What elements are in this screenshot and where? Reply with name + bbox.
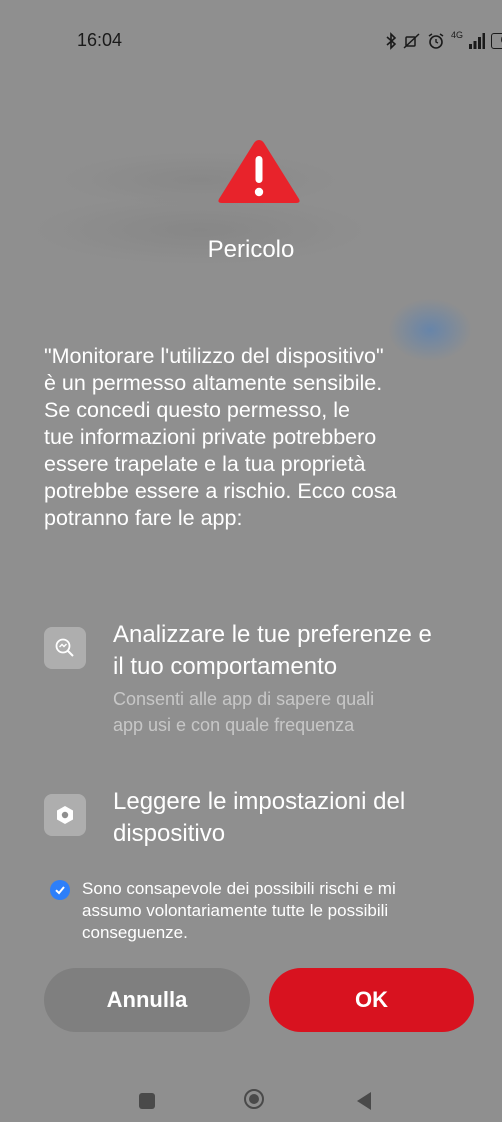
back-triangle-icon[interactable] bbox=[357, 1092, 371, 1110]
permission-item-settings: Leggere le impostazioni del dispositivo bbox=[44, 786, 484, 856]
permission-warning-screen: 16:04 4G 65 bbox=[0, 0, 502, 1122]
description-line: potranno fare le app: bbox=[44, 506, 243, 530]
consent-checkbox[interactable] bbox=[50, 880, 70, 900]
status-time: 16:04 bbox=[77, 30, 123, 50]
consent-line: assumo volontariamente tutte le possibil… bbox=[82, 901, 389, 920]
settings-hexagon-icon bbox=[44, 794, 86, 836]
warning-triangle-icon bbox=[218, 140, 300, 203]
status-icons: 4G 65 bbox=[385, 30, 502, 52]
item-subtitle-line: app usi e con quale frequenza bbox=[113, 715, 355, 735]
item-title-line: dispositivo bbox=[113, 820, 226, 847]
ok-button[interactable]: OK bbox=[269, 968, 474, 1032]
permission-description: "Monitorare l'utilizzo del dispositivo" … bbox=[44, 343, 474, 532]
checkmark-icon bbox=[55, 886, 65, 895]
item-subtitle: Consenti alle app di sapere quali app us… bbox=[113, 686, 483, 738]
description-line: "Monitorare l'utilizzo del dispositivo" bbox=[44, 344, 384, 368]
analytics-search-icon bbox=[44, 627, 86, 669]
network-label: 4G bbox=[451, 30, 464, 40]
consent-line: Sono consapevole dei possibili rischi e … bbox=[82, 879, 396, 898]
item-title-line: il tuo comportamento bbox=[113, 653, 338, 680]
item-title-line: Leggere le impostazioni del bbox=[113, 788, 406, 815]
item-title-line: Analizzare le tue preferenze e bbox=[113, 621, 432, 648]
battery-icon: 65 bbox=[491, 33, 502, 49]
alarm-icon bbox=[428, 33, 444, 49]
item-title: Leggere le impostazioni del dispositivo bbox=[113, 786, 483, 850]
consent-line: conseguenze. bbox=[82, 923, 188, 942]
dialog-title: Pericolo bbox=[207, 236, 295, 263]
recents-square-icon[interactable] bbox=[139, 1093, 155, 1109]
description-line: è un permesso altamente sensibile. bbox=[44, 371, 383, 395]
home-dot bbox=[249, 1094, 259, 1104]
description-line: tue informazioni private potrebbero bbox=[44, 425, 377, 449]
item-subtitle-line: Consenti alle app di sapere quali bbox=[113, 689, 375, 709]
permission-item-analyze: Analizzare le tue preferenze e il tuo co… bbox=[44, 619, 484, 749]
status-bar: 16:04 4G 65 bbox=[0, 0, 502, 90]
description-line: essere trapelate e la tua proprietà bbox=[44, 452, 366, 476]
item-title: Analizzare le tue preferenze e il tuo co… bbox=[113, 619, 483, 683]
description-line: potrebbe essere a rischio. Ecco cosa bbox=[44, 479, 397, 503]
mute-icon bbox=[403, 33, 420, 49]
description-line: Se concedi questo permesso, le bbox=[44, 398, 350, 422]
consent-text: Sono consapevole dei possibili rischi e … bbox=[82, 878, 482, 944]
signal-icon bbox=[469, 33, 486, 49]
home-circle-icon[interactable] bbox=[244, 1089, 264, 1109]
cancel-button[interactable]: Annulla bbox=[44, 968, 250, 1032]
navigation-bar bbox=[0, 1070, 502, 1122]
bluetooth-icon bbox=[386, 32, 397, 50]
